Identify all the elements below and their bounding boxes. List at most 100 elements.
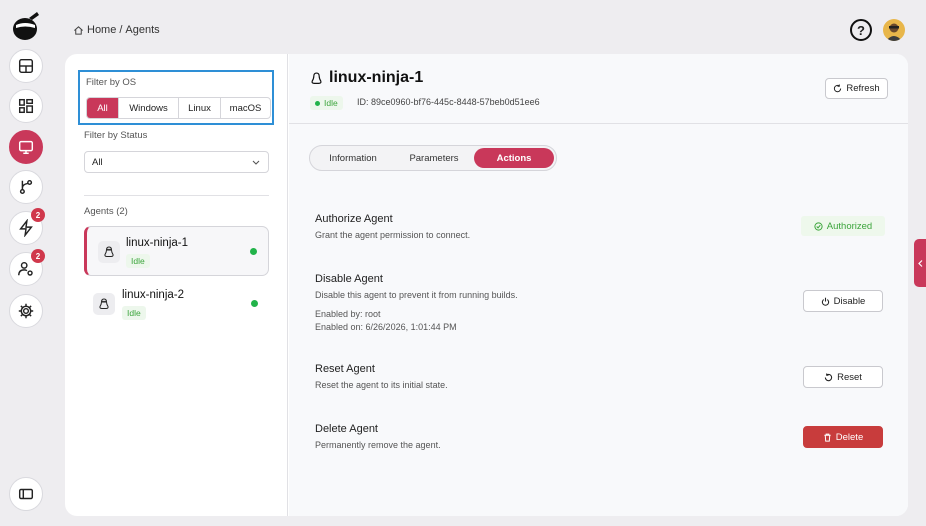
os-filter-group: Filter by OS All Windows Linux macOS bbox=[78, 70, 274, 125]
breadcrumb-current: Agents bbox=[125, 24, 160, 36]
tab-parameters[interactable]: Parameters bbox=[394, 148, 474, 168]
app-logo-icon[interactable] bbox=[10, 10, 42, 42]
delete-label: Delete bbox=[835, 431, 864, 443]
enabled-on: Enabled on: 6/26/2026, 1:01:44 PM bbox=[315, 322, 457, 332]
rail-pipelines-button[interactable] bbox=[9, 170, 43, 204]
linux-icon bbox=[99, 298, 109, 309]
agent-online-indicator bbox=[251, 300, 258, 307]
delete-title: Delete Agent bbox=[315, 423, 378, 435]
nav-rail: 2 2 bbox=[0, 0, 52, 526]
builds-badge: 2 bbox=[31, 208, 45, 222]
gear-icon bbox=[18, 303, 34, 319]
refresh-button[interactable]: Refresh bbox=[825, 78, 888, 99]
refresh-label: Refresh bbox=[846, 83, 880, 94]
os-filter-all[interactable]: All bbox=[87, 98, 118, 118]
status-filter-label: Filter by Status bbox=[84, 130, 148, 141]
help-button[interactable]: ? bbox=[850, 19, 872, 41]
agent-title-text: linux-ninja-1 bbox=[329, 69, 424, 86]
refresh-icon bbox=[834, 84, 842, 93]
agent-status-text: Idle bbox=[324, 98, 338, 108]
linux-icon bbox=[104, 246, 114, 257]
agent-title: linux-ninja-1 bbox=[310, 69, 423, 87]
os-filter-windows[interactable]: Windows bbox=[118, 98, 178, 118]
agent-name: linux-ninja-1 bbox=[126, 237, 189, 249]
reset-button[interactable]: Reset bbox=[803, 366, 883, 388]
sidebar-toggle-icon bbox=[18, 488, 34, 500]
rail-settings-button[interactable] bbox=[9, 294, 43, 328]
delete-agent-section: Delete Agent Permanently remove the agen… bbox=[315, 423, 441, 450]
agent-id: ID: 89ce0960-bf76-445c-8448-57beb0d51ee6 bbox=[357, 97, 540, 107]
agents-list-panel: Filter by OS All Windows Linux macOS Fil… bbox=[65, 54, 288, 516]
reset-icon bbox=[824, 372, 833, 381]
detail-tabs: Information Parameters Actions bbox=[309, 145, 557, 171]
delete-description: Permanently remove the agent. bbox=[315, 440, 441, 450]
trash-icon bbox=[824, 433, 831, 442]
bolt-icon bbox=[19, 219, 33, 237]
agent-status-badge: Idle bbox=[126, 254, 150, 268]
agent-online-indicator bbox=[250, 248, 257, 255]
linux-icon bbox=[311, 71, 322, 84]
divider bbox=[84, 195, 269, 196]
agent-os-badge bbox=[93, 293, 115, 315]
users-badge: 2 bbox=[31, 249, 45, 263]
rail-projects-button[interactable] bbox=[9, 89, 43, 123]
reset-label: Reset bbox=[837, 371, 862, 383]
delete-button[interactable]: Delete bbox=[803, 426, 883, 448]
question-circle-icon: ? bbox=[857, 22, 865, 38]
agent-detail-header: linux-ninja-1 Idle ID: 89ce0960-bf76-445… bbox=[289, 54, 908, 124]
status-filter-value: All bbox=[92, 156, 103, 168]
agent-list-item[interactable]: linux-ninja-1 Idle bbox=[84, 226, 269, 276]
layout-icon bbox=[18, 58, 34, 74]
power-icon bbox=[821, 297, 829, 306]
os-filter-macos[interactable]: macOS bbox=[220, 98, 270, 118]
authorize-agent-section: Authorize Agent Grant the agent permissi… bbox=[315, 213, 470, 240]
os-filter-segmented: All Windows Linux macOS bbox=[86, 97, 271, 119]
side-drawer-toggle[interactable] bbox=[914, 239, 926, 287]
home-icon[interactable] bbox=[73, 25, 84, 36]
user-avatar-button[interactable] bbox=[883, 19, 905, 41]
agent-name: linux-ninja-2 bbox=[122, 289, 185, 301]
authorize-description: Grant the agent permission to connect. bbox=[315, 230, 471, 240]
chevron-left-icon bbox=[917, 259, 922, 267]
reset-agent-section: Reset Agent Reset the agent to its initi… bbox=[315, 363, 448, 390]
chevron-down-icon bbox=[252, 160, 260, 165]
enabled-by: Enabled by: root bbox=[315, 309, 381, 319]
agent-detail-panel: linux-ninja-1 Idle ID: 89ce0960-bf76-445… bbox=[289, 54, 908, 516]
user-gear-icon bbox=[18, 261, 33, 276]
rail-builds-button[interactable]: 2 bbox=[9, 208, 45, 245]
monitor-icon bbox=[18, 140, 34, 155]
breadcrumb: Home / Agents bbox=[73, 24, 160, 36]
agent-os-badge bbox=[98, 241, 120, 263]
agent-status-badge: Idle bbox=[122, 306, 146, 320]
agents-count-label: Agents (2) bbox=[84, 206, 128, 217]
disable-button[interactable]: Disable bbox=[803, 290, 883, 312]
authorized-status-text: Authorized bbox=[826, 220, 873, 232]
user-avatar-icon bbox=[886, 23, 902, 41]
agent-list-item[interactable]: linux-ninja-2 Idle bbox=[84, 279, 269, 329]
reset-title: Reset Agent bbox=[315, 363, 375, 375]
check-circle-icon bbox=[814, 221, 823, 231]
os-filter-label: Filter by OS bbox=[86, 77, 137, 88]
disable-description: Disable this agent to prevent it from ru… bbox=[315, 290, 518, 300]
agent-status-badge: Idle bbox=[310, 96, 343, 110]
breadcrumb-separator: / bbox=[119, 24, 123, 36]
status-dot bbox=[315, 100, 320, 106]
rail-users-button[interactable]: 2 bbox=[9, 249, 45, 286]
breadcrumb-home[interactable]: Home bbox=[87, 24, 116, 36]
rail-agents-button[interactable] bbox=[9, 130, 43, 164]
status-filter-select[interactable]: All bbox=[84, 151, 269, 173]
agents-card: Filter by OS All Windows Linux macOS Fil… bbox=[65, 54, 908, 516]
disable-title: Disable Agent bbox=[315, 273, 383, 285]
tab-information[interactable]: Information bbox=[312, 148, 394, 168]
branch-icon bbox=[19, 179, 33, 195]
authorized-status-badge: Authorized bbox=[801, 216, 885, 236]
disable-label: Disable bbox=[833, 295, 866, 307]
disable-agent-section: Disable Agent Disable this agent to prev… bbox=[315, 273, 518, 334]
grid-icon bbox=[18, 98, 34, 114]
os-filter-linux[interactable]: Linux bbox=[178, 98, 220, 118]
rail-dashboard-button[interactable] bbox=[9, 49, 43, 83]
authorize-title: Authorize Agent bbox=[315, 213, 393, 225]
rail-collapse-button[interactable] bbox=[9, 477, 43, 511]
tab-actions[interactable]: Actions bbox=[474, 148, 554, 168]
reset-description: Reset the agent to its initial state. bbox=[315, 380, 448, 390]
